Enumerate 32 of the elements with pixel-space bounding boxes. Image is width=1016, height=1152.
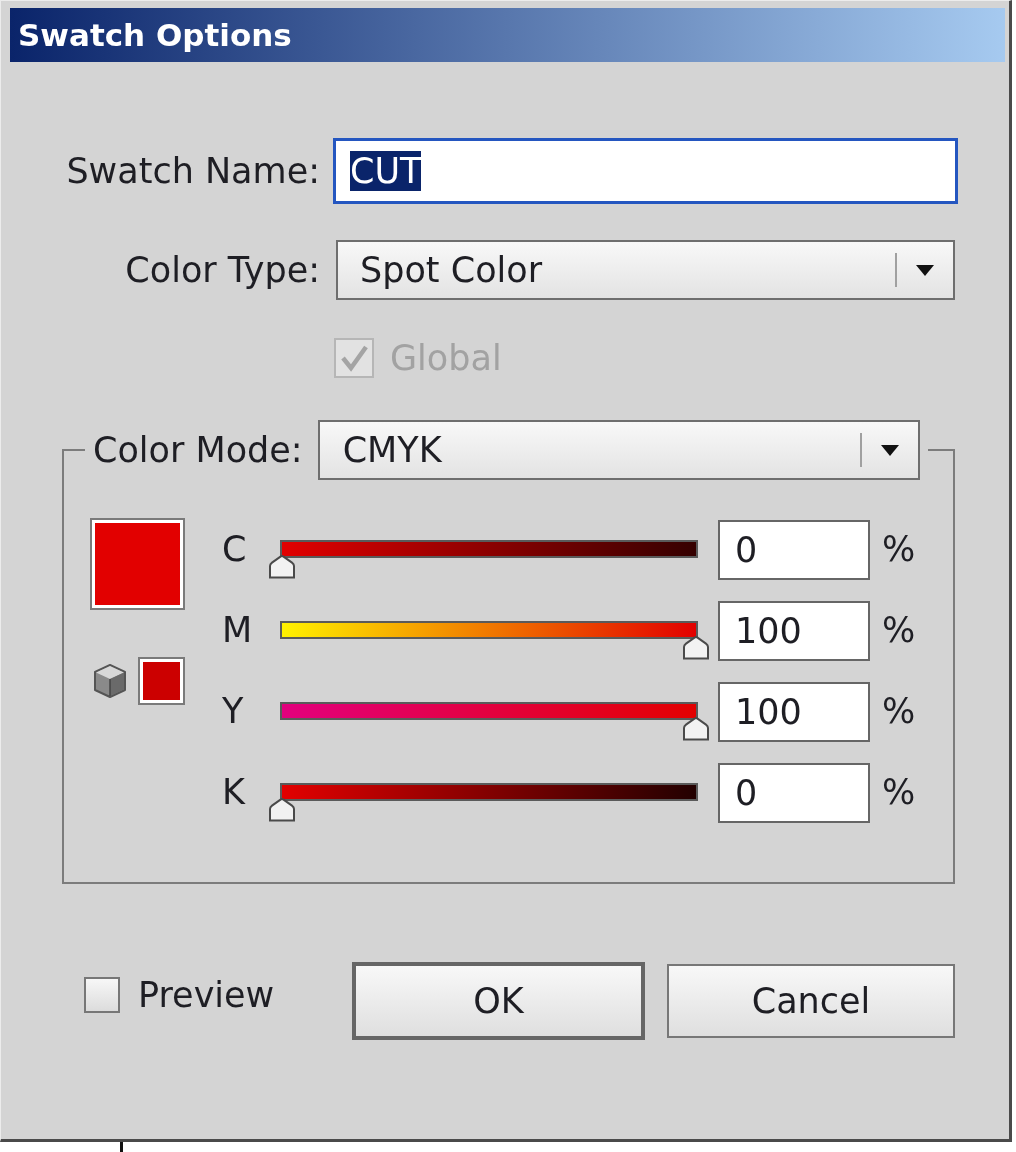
slider-thumb[interactable] bbox=[682, 717, 710, 741]
channel-label: M bbox=[222, 609, 254, 651]
dropdown-arrow-icon bbox=[880, 444, 899, 456]
percent-label: % bbox=[882, 528, 916, 570]
color-type-label: Color Type: bbox=[124, 249, 320, 291]
channel-label: Y bbox=[222, 690, 245, 732]
dropdown-arrow-icon bbox=[916, 264, 934, 276]
swatch-name-label: Swatch Name: bbox=[65, 150, 320, 192]
window-title: Swatch Options bbox=[18, 17, 292, 53]
percent-label: % bbox=[882, 690, 916, 732]
color-type-dropdown[interactable]: Spot Color bbox=[336, 240, 955, 300]
channel-value-field[interactable]: 0 bbox=[718, 763, 870, 823]
channel-value-field[interactable]: 100 bbox=[718, 601, 870, 661]
dialog-button[interactable]: Cancel bbox=[667, 964, 955, 1038]
channel-label: K bbox=[222, 771, 247, 813]
cube-icon bbox=[92, 663, 128, 699]
preview-label: Preview bbox=[138, 974, 275, 1016]
percent-label: % bbox=[882, 771, 916, 813]
channel-value-field[interactable]: 0 bbox=[718, 520, 870, 580]
percent-label: % bbox=[882, 609, 916, 651]
channel-label: C bbox=[222, 528, 248, 570]
color-mode-label: Color Mode: bbox=[93, 429, 303, 471]
slider-thumb[interactable] bbox=[268, 555, 296, 579]
swatch-name-field[interactable]: CUT bbox=[333, 138, 958, 204]
checkmark-icon bbox=[339, 344, 369, 372]
color-mode-dropdown[interactable]: CMYK bbox=[317, 420, 920, 480]
web-safe-swatch[interactable] bbox=[138, 657, 185, 705]
slider-thumb[interactable] bbox=[268, 798, 296, 822]
slider-thumb[interactable] bbox=[682, 636, 710, 660]
channel-value-field[interactable]: 100 bbox=[718, 682, 870, 742]
dialog-button[interactable]: OK bbox=[352, 962, 645, 1040]
preview-checkbox[interactable] bbox=[84, 977, 120, 1013]
